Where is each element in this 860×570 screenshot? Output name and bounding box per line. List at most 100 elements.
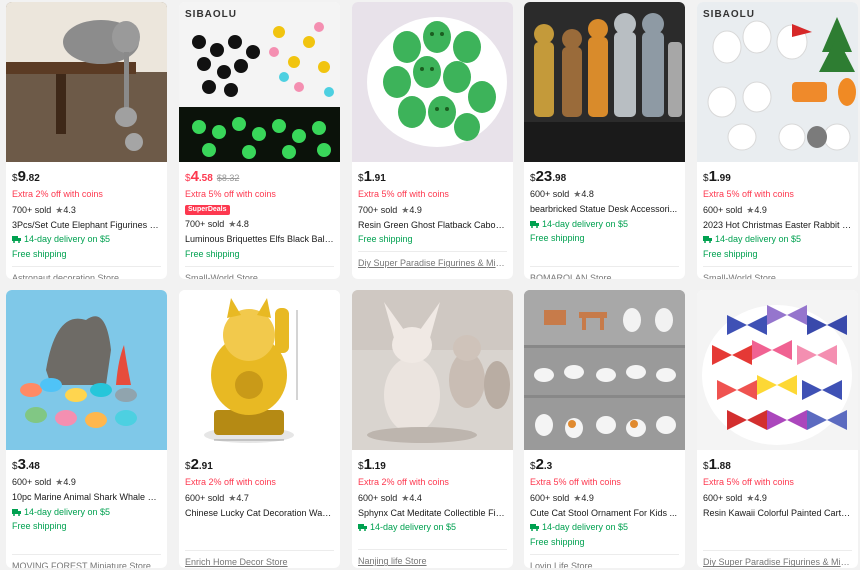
price: $9.82 xyxy=(12,168,161,186)
product-image-bearbrick[interactable] xyxy=(524,2,685,162)
rating: 4.4 xyxy=(409,492,422,503)
sold-count: 600+ sold xyxy=(530,492,570,503)
product-title[interactable]: Resin Kawaii Colorful Painted Carto... xyxy=(703,508,852,519)
sold-count: 700+ sold xyxy=(12,204,52,215)
coins-promo: Extra 5% off with coins xyxy=(703,189,794,199)
truck-icon xyxy=(12,236,21,244)
product-image-rabbit[interactable]: SIBAOLU xyxy=(697,2,858,162)
rating: 4.9 xyxy=(581,492,594,503)
product-image-cat-stool[interactable] xyxy=(524,290,685,450)
product-title[interactable]: Chinese Lucky Cat Decoration Wavi... xyxy=(185,508,334,519)
price: $1.91 xyxy=(358,168,507,186)
product-card[interactable]: $1.91 Extra 5% off with coins 700+ sold ★… xyxy=(352,2,513,279)
free-shipping: Free shipping xyxy=(12,249,67,260)
coins-promo: Extra 5% off with coins xyxy=(530,477,621,487)
store-link[interactable]: Enrich Home Decor Store xyxy=(179,551,340,567)
free-shipping: Free shipping xyxy=(703,249,758,260)
price: $2.91 xyxy=(185,456,334,474)
rating: 4.8 xyxy=(581,189,594,199)
store-link[interactable]: Small-World Store xyxy=(697,267,858,279)
product-card[interactable]: $9.82 Extra 2% off with coins 700+ sold ★… xyxy=(6,2,167,279)
product-card[interactable]: $1.88 Extra 5% off with coins 600+ sold ★… xyxy=(697,290,858,568)
sold-count: 600+ sold xyxy=(185,492,225,503)
price: $1.99 xyxy=(703,168,852,186)
product-title[interactable]: bearbricked Statue Desk Accessori... xyxy=(530,204,679,215)
free-shipping: Free shipping xyxy=(185,248,240,259)
price-integer: 1 xyxy=(363,456,372,473)
store-link[interactable]: Nanjing life Store xyxy=(352,550,513,566)
sold-count: 600+ sold xyxy=(358,492,398,503)
product-image-marine-animals[interactable] xyxy=(6,290,167,450)
image-brand-text: SIBAOLU xyxy=(703,9,755,20)
price: $23.98 xyxy=(530,168,679,186)
product-card[interactable]: SIBAOLU $1.99 Extra 5% off with coins 60… xyxy=(697,2,858,279)
store-link[interactable]: Diy Super Paradise Figurines & Min... xyxy=(352,252,513,268)
price: $1.88 xyxy=(703,456,852,474)
price-decimal: .19 xyxy=(371,461,386,472)
price-integer: 9 xyxy=(17,168,26,185)
image-brand-text: SIBAOLU xyxy=(185,9,237,20)
store-link[interactable]: Lovin Life Store xyxy=(524,555,685,568)
price-decimal: .91 xyxy=(371,173,386,184)
price: $1.19 xyxy=(358,456,507,474)
coins-promo: Extra 2% off with coins xyxy=(12,189,103,199)
sold-count: 600+ sold xyxy=(530,189,570,199)
product-title[interactable]: 2023 Hot Christmas Easter Rabbit F... xyxy=(703,220,852,231)
price-integer: 2 xyxy=(190,456,199,473)
product-card[interactable]: $3.48 600+ sold ★4.9 10pc Marine Animal S… xyxy=(6,290,167,568)
price-integer: 2 xyxy=(535,456,544,473)
product-title[interactable]: Cute Cat Stool Ornament For Kids ... xyxy=(530,508,679,519)
coins-promo: Extra 2% off with coins xyxy=(185,477,276,487)
coins-promo: Extra 5% off with coins xyxy=(185,189,276,199)
price-decimal: .91 xyxy=(198,461,213,472)
product-title[interactable]: 10pc Marine Animal Shark Whale S... xyxy=(12,492,161,503)
rating: 4.7 xyxy=(236,492,249,503)
store-link[interactable]: BOMAROLAN Store xyxy=(524,267,685,279)
truck-icon xyxy=(530,524,539,532)
coins-promo: Extra 5% off with coins xyxy=(358,189,449,199)
store-link[interactable]: Diy Super Paradise Figurines & Min... xyxy=(697,551,858,567)
original-price: $8.32 xyxy=(216,173,240,183)
product-image-kawaii-bows[interactable] xyxy=(697,290,858,450)
coins-promo: Extra 5% off with coins xyxy=(703,477,794,487)
rating: 4.9 xyxy=(409,204,422,215)
product-image-lucky-cat[interactable] xyxy=(179,290,340,450)
product-title[interactable]: 3Pcs/Set Cute Elephant Figurines El... xyxy=(12,220,161,231)
delivery-text: 14-day delivery on $5 xyxy=(24,234,111,245)
product-grid: $9.82 Extra 2% off with coins 700+ sold ★… xyxy=(0,0,860,570)
truck-icon xyxy=(530,220,539,228)
sold-count: 700+ sold xyxy=(358,204,398,215)
price-decimal: .82 xyxy=(25,173,40,184)
sold-count: 600+ sold xyxy=(703,492,743,503)
store-link[interactable]: MOVING FOREST Miniature Store xyxy=(6,555,167,568)
price-decimal: .88 xyxy=(716,461,731,472)
price-decimal: .98 xyxy=(552,173,567,184)
product-card[interactable]: SIBAOLU $4.58 $8.32 Extra 5% off with coi… xyxy=(179,2,340,279)
product-title[interactable]: Luminous Briquettes Elfs Black Ball... xyxy=(185,234,334,245)
product-title[interactable]: Sphynx Cat Meditate Collectible Fig... xyxy=(358,508,507,519)
product-image-elephant[interactable] xyxy=(6,2,167,162)
price: $4.58 $8.32 xyxy=(185,168,334,186)
rating: 4.9 xyxy=(754,492,767,503)
product-card[interactable]: $2.3 Extra 5% off with coins 600+ sold ★4… xyxy=(524,290,685,568)
truck-icon xyxy=(703,236,712,244)
product-card[interactable]: $1.19 Extra 2% off with coins 600+ sold ★… xyxy=(352,290,513,568)
product-title[interactable]: Resin Green Ghost Flatback Caboc... xyxy=(358,220,507,231)
store-link[interactable]: Astronaut decoration Store xyxy=(6,267,167,279)
price-decimal: .48 xyxy=(25,461,40,472)
product-image-sphynx-cat[interactable] xyxy=(352,290,513,450)
rating: 4.3 xyxy=(63,204,76,215)
price-decimal: .3 xyxy=(543,461,553,472)
truck-icon xyxy=(12,508,21,516)
price-decimal: .58 xyxy=(198,173,213,184)
rating: 4.9 xyxy=(63,477,76,487)
price-integer: 1 xyxy=(363,168,372,185)
delivery-text: 14-day delivery on $5 xyxy=(542,522,629,533)
product-card[interactable]: $23.98 600+ sold ★4.8 bearbricked Statue … xyxy=(524,2,685,279)
product-image-green-ghost[interactable] xyxy=(352,2,513,162)
coins-promo: Extra 2% off with coins xyxy=(358,477,449,487)
price-integer: 23 xyxy=(535,168,553,185)
store-link[interactable]: Small-World Store xyxy=(179,267,340,279)
product-card[interactable]: $2.91 Extra 2% off with coins 600+ sold ★… xyxy=(179,290,340,568)
product-image-luminous-elfs[interactable]: SIBAOLU xyxy=(179,2,340,162)
